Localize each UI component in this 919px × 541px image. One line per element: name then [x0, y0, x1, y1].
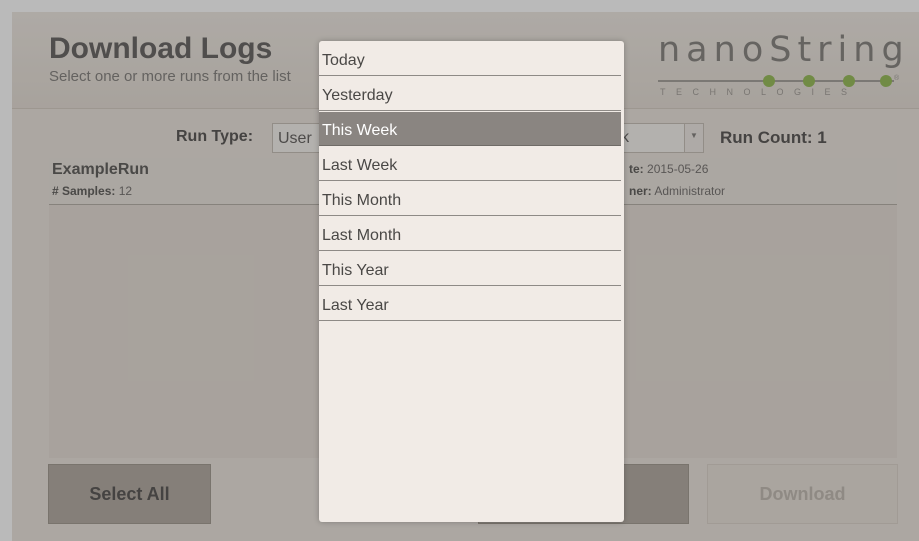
dropdown-item-today[interactable]: Today [319, 42, 621, 76]
dropdown-item-last-week[interactable]: Last Week [319, 147, 621, 181]
dropdown-item-this-month[interactable]: This Month [319, 182, 621, 216]
dropdown-item-this-week[interactable]: This Week [319, 112, 621, 146]
dropdown-item-last-month[interactable]: Last Month [319, 217, 621, 251]
dropdown-item-last-year[interactable]: Last Year [319, 287, 621, 321]
date-range-dropdown: Today Yesterday This Week Last Week This… [319, 41, 624, 522]
dropdown-item-this-year[interactable]: This Year [319, 252, 621, 286]
dropdown-item-yesterday[interactable]: Yesterday [319, 77, 621, 111]
